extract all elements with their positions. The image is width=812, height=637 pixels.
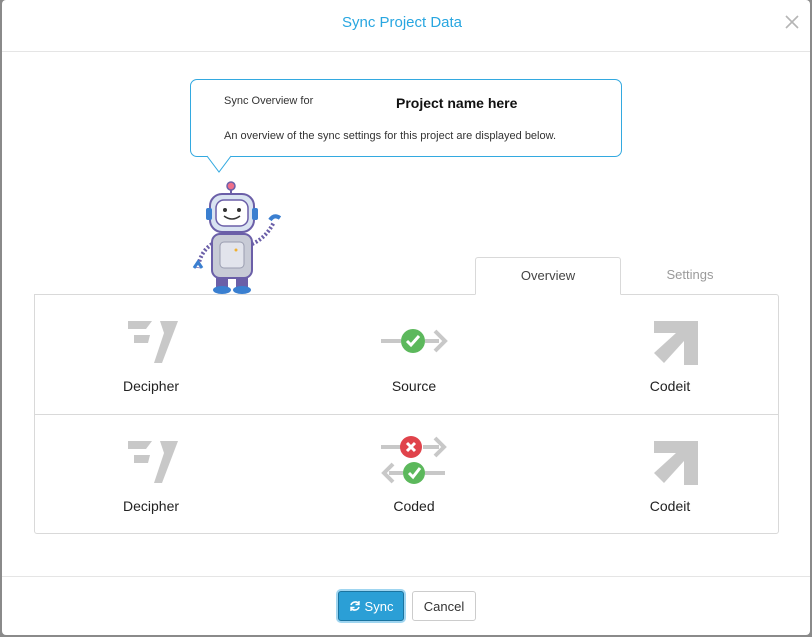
modal-header: Sync Project Data [2, 0, 810, 52]
decipher-logo-icon [128, 321, 178, 363]
close-icon[interactable] [784, 14, 800, 30]
sync-one-way-check-icon [381, 329, 448, 353]
sync-overview-label: Sync Overview for [224, 95, 314, 107]
sync-row: Decipher Source Codeit [35, 295, 778, 415]
codeit-logo-icon [654, 441, 698, 485]
decipher-cell: Decipher [51, 295, 251, 413]
project-name: Project name here [396, 95, 518, 111]
codeit-logo-icon [654, 321, 698, 365]
codeit-cell: Codeit [570, 295, 770, 413]
codeit-label: Codeit [649, 378, 691, 394]
sync-two-way-mixed-icon [381, 436, 447, 484]
decipher-label: Decipher [122, 378, 180, 394]
codeit-cell: Codeit [570, 415, 770, 533]
sync-row: Decipher Coded Codeit [35, 415, 778, 535]
sync-modal: Sync Project Data Sync Overview for Proj… [2, 0, 810, 635]
modal-footer: Sync Cancel [2, 576, 810, 635]
codeit-label: Codeit [649, 498, 691, 514]
coded-label: Coded [393, 498, 435, 514]
tab-overview[interactable]: Overview [475, 257, 621, 295]
source-label: Source [391, 378, 437, 394]
sync-button[interactable]: Sync [338, 591, 404, 621]
tab-settings[interactable]: Settings [622, 257, 758, 295]
speech-bubble-tail [207, 155, 231, 173]
robot-mascot-icon [192, 181, 282, 294]
speech-bubble: Sync Overview for Project name here An o… [190, 79, 622, 157]
sync-button-label: Sync [364, 598, 394, 614]
coded-cell: Coded [314, 415, 514, 533]
overview-panel: Decipher Source Codeit Decipher Coded Co… [34, 294, 779, 534]
source-cell: Source [314, 295, 514, 413]
refresh-icon [349, 601, 360, 611]
decipher-logo-icon [128, 441, 178, 483]
overview-description: An overview of the sync settings for thi… [224, 130, 557, 142]
cancel-button[interactable]: Cancel [412, 591, 476, 621]
modal-title: Sync Project Data [341, 14, 463, 31]
decipher-cell: Decipher [51, 415, 251, 533]
decipher-label: Decipher [122, 498, 180, 514]
